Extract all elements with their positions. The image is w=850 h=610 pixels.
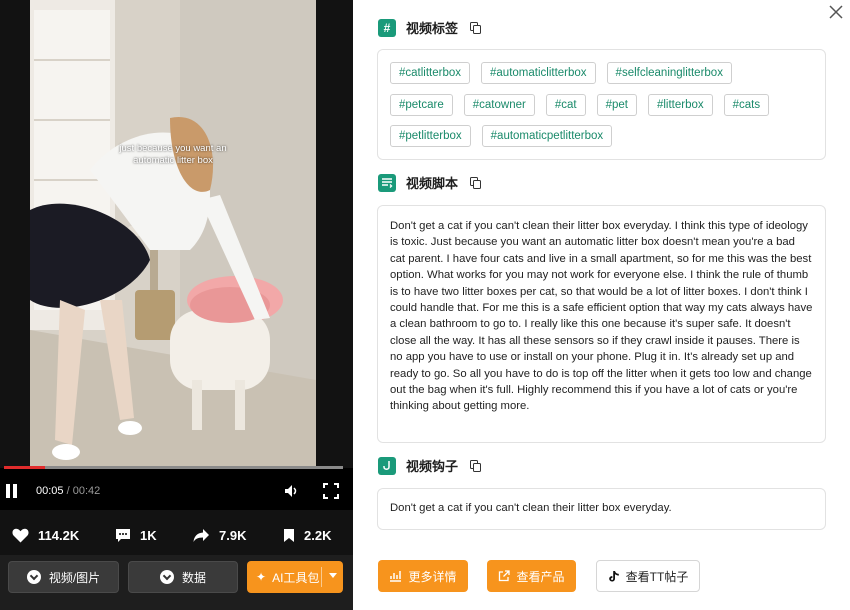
- hook-text-box: Don't get a cat if you can't clean their…: [377, 488, 826, 530]
- tag-pill[interactable]: #litterbox: [647, 93, 713, 116]
- volume-icon[interactable]: [283, 483, 299, 499]
- script-icon: [378, 173, 396, 192]
- duration: 00:42: [72, 485, 101, 497]
- tag-pill[interactable]: #petlitterbox: [390, 125, 471, 147]
- tag-pill[interactable]: #automaticlitterbox: [481, 62, 596, 84]
- comments-stat: 1K: [115, 528, 157, 543]
- tag-pill[interactable]: #selfcleaninglitterbox: [606, 62, 732, 84]
- tag-pill[interactable]: #cats: [723, 93, 770, 116]
- video-panel: just because you want an automatic litte…: [0, 0, 353, 610]
- copy-icon[interactable]: [470, 21, 482, 34]
- hashtag-icon: #: [378, 18, 396, 37]
- share-icon: [193, 529, 209, 542]
- shares-stat: 7.9K: [193, 528, 246, 543]
- tags-section-title: 视频标签: [406, 21, 459, 36]
- copy-icon[interactable]: [470, 459, 482, 472]
- tag-pill[interactable]: #petcare: [390, 93, 453, 116]
- external-link-icon: [499, 570, 511, 582]
- sparkle-icon: ✦: [256, 570, 267, 584]
- progress-bar[interactable]: [4, 466, 343, 469]
- tags-list: #catlitterbox #automaticlitterbox #selfcle…: [390, 62, 813, 157]
- tags-section-header: # 视频标签: [378, 18, 482, 37]
- hook-icon: [378, 456, 396, 475]
- download-data-button[interactable]: 数据: [128, 561, 238, 593]
- saves-count: 2.2K: [304, 528, 332, 543]
- likes-stat: 114.2K: [12, 528, 79, 543]
- playback-time: 00:05 / 00:42: [36, 485, 101, 497]
- video-controls: 00:05 / 00:42: [0, 466, 353, 510]
- tag-pill[interactable]: #catowner: [463, 93, 535, 116]
- bookmark-icon: [284, 529, 294, 542]
- download-icon: [159, 570, 174, 584]
- tag-pill[interactable]: #cat: [545, 93, 586, 116]
- download-icon: [26, 570, 41, 584]
- download-video-button[interactable]: 视频/图片: [8, 561, 119, 593]
- script-section-header: 视频脚本: [378, 173, 482, 192]
- script-text-box: Don't get a cat if you can't clean their…: [377, 205, 826, 443]
- video-frame-image: [30, 0, 316, 468]
- ai-tools-button[interactable]: ✦ AI工具包: [247, 561, 343, 593]
- likes-count: 114.2K: [38, 528, 80, 543]
- tag-pill[interactable]: #catlitterbox: [390, 62, 471, 84]
- close-icon[interactable]: [828, 4, 844, 20]
- tags-box: #catlitterbox #automaticlitterbox #selfcle…: [377, 49, 826, 160]
- heart-icon: [12, 528, 29, 543]
- hook-section-title: 视频钩子: [406, 459, 459, 474]
- script-section-title: 视频脚本: [406, 176, 459, 191]
- fullscreen-icon[interactable]: [323, 483, 339, 499]
- view-tt-post-button[interactable]: 查看TT帖子: [596, 560, 700, 592]
- view-product-label: 查看产品: [516, 569, 565, 584]
- engagement-stats: 114.2K 1K 7.9K 2.2K: [0, 520, 353, 554]
- chevron-down-icon[interactable]: [329, 573, 337, 578]
- tag-pill[interactable]: #pet: [596, 93, 637, 116]
- saves-stat: 2.2K: [283, 528, 331, 543]
- view-product-button[interactable]: 查看产品: [487, 560, 576, 592]
- ai-tools-label: AI工具包: [272, 570, 320, 585]
- progress-fill: [4, 466, 45, 469]
- hook-section-header: 视频钩子: [378, 456, 482, 475]
- comments-count: 1K: [140, 528, 157, 543]
- copy-icon[interactable]: [470, 176, 482, 189]
- pause-icon[interactable]: [6, 484, 18, 498]
- comment-icon: [116, 529, 130, 542]
- current-time: 00:05: [36, 485, 64, 497]
- more-details-label: 更多详情: [408, 569, 457, 584]
- download-data-label: 数据: [181, 570, 206, 585]
- tag-pill[interactable]: #automaticpetlitterbox: [481, 125, 613, 147]
- shares-count: 7.9K: [219, 528, 247, 543]
- video-caption-overlay: just because you want an automatic litte…: [119, 143, 227, 166]
- download-video-label: 视频/图片: [48, 570, 101, 585]
- view-tt-post-label: 查看TT帖子: [625, 569, 689, 584]
- tiktok-icon: [608, 570, 619, 581]
- bottom-action-bar: 视频/图片 数据 ✦ AI工具包: [0, 555, 353, 610]
- video-player[interactable]: just because you want an automatic litte…: [30, 0, 316, 468]
- more-details-button[interactable]: 更多详情: [378, 560, 468, 592]
- chart-icon: [390, 571, 402, 582]
